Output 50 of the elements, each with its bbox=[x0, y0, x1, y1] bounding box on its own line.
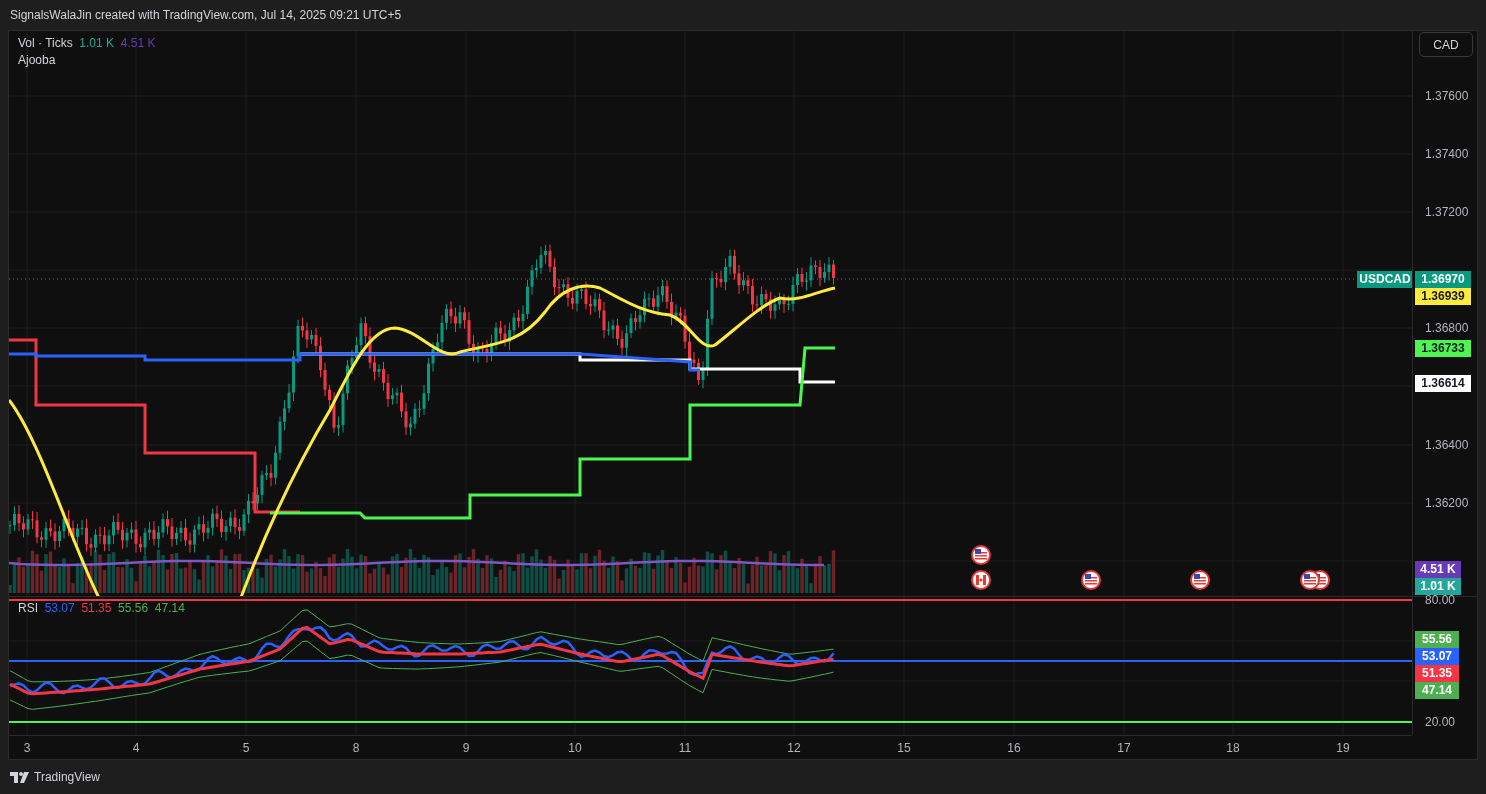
rsi-legend-label: RSI bbox=[18, 601, 38, 615]
price-label: 55.56 bbox=[1415, 631, 1459, 648]
flag-icon[interactable] bbox=[1300, 570, 1320, 590]
price-tick: 1.37600 bbox=[1425, 89, 1469, 103]
price-label: 1.01 K bbox=[1415, 578, 1461, 595]
symbol-label: USDCAD bbox=[1357, 271, 1412, 288]
price-tick: 1.37200 bbox=[1425, 205, 1469, 219]
price-label: 53.07 bbox=[1415, 648, 1459, 665]
date-tick: 8 bbox=[352, 741, 360, 755]
rsi-value: 47.14 bbox=[154, 601, 185, 615]
currency-button[interactable]: CAD bbox=[1419, 32, 1473, 57]
date-tick: 5 bbox=[242, 741, 250, 755]
flag-icon[interactable] bbox=[971, 570, 991, 590]
date-tick: 9 bbox=[462, 741, 470, 755]
brand-name: TradingView bbox=[34, 770, 101, 784]
price-label: 4.51 K bbox=[1415, 561, 1461, 578]
rsi-value: 55.56 bbox=[118, 601, 149, 615]
price-tick: 1.37400 bbox=[1425, 147, 1469, 161]
indicator-name: Ajooba bbox=[18, 53, 56, 67]
price-label: 51.35 bbox=[1415, 665, 1459, 682]
price-label: 1.36970 bbox=[1415, 271, 1471, 288]
date-tick: 11 bbox=[678, 741, 692, 755]
date-tick: 12 bbox=[787, 741, 801, 755]
price-label: 1.36733 bbox=[1415, 340, 1471, 357]
logo-icon bbox=[10, 771, 30, 783]
rsi-tick: 80.00 bbox=[1425, 593, 1456, 607]
price-label: 1.36614 bbox=[1415, 375, 1471, 392]
rsi-tick: 20.00 bbox=[1425, 715, 1456, 729]
date-tick: 18 bbox=[1226, 741, 1240, 755]
date-tick: 16 bbox=[1007, 741, 1021, 755]
date-tick: 3 bbox=[23, 741, 31, 755]
volume-value: 1.01 K bbox=[79, 36, 115, 50]
flag-icon[interactable] bbox=[1081, 570, 1101, 590]
price-tick: 1.36200 bbox=[1425, 496, 1469, 510]
date-tick: 15 bbox=[897, 741, 911, 755]
date-tick: 10 bbox=[568, 741, 582, 755]
rsi-value: 51.35 bbox=[81, 601, 112, 615]
flag-icon[interactable] bbox=[1190, 570, 1210, 590]
flag-icon[interactable] bbox=[971, 545, 991, 565]
rsi-value: 53.07 bbox=[44, 601, 75, 615]
volume-value: 4.51 K bbox=[120, 36, 156, 50]
date-tick: 19 bbox=[1336, 741, 1350, 755]
price-tick: 1.36800 bbox=[1425, 321, 1469, 335]
price-label: 47.14 bbox=[1415, 682, 1459, 699]
date-tick: 4 bbox=[132, 741, 140, 755]
volume-legend-label: Vol · Ticks bbox=[18, 36, 73, 50]
price-tick: 1.36400 bbox=[1425, 438, 1469, 452]
price-label: 1.36939 bbox=[1415, 288, 1471, 305]
chart-attribution: SignalsWalaJin created with TradingView.com, Jul 14, 2025 09:21 UTC+5 bbox=[10, 8, 402, 22]
date-tick: 17 bbox=[1117, 741, 1131, 755]
